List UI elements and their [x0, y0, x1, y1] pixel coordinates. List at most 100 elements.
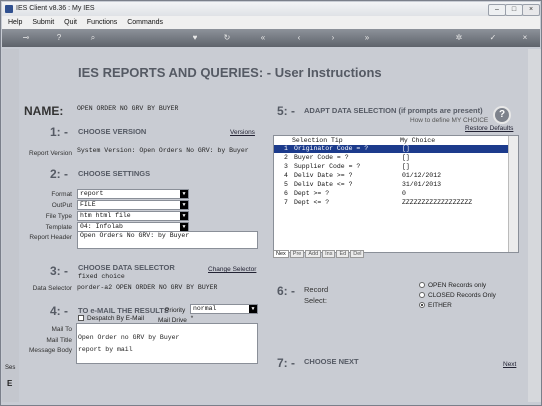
row-number: 7 [284, 199, 288, 206]
tab-delete[interactable]: Del [350, 250, 365, 258]
table-header: Selection Tip My Choice [274, 136, 510, 145]
message-body-label: Message Body [29, 347, 72, 354]
table-row[interactable]: 7 Dept <= ? ZZZZZZZZZZZZZZZZZZ [274, 199, 510, 207]
table-row[interactable]: 1 Originator Code = ? [] [274, 145, 510, 153]
report-header-input[interactable]: Open Orders No GRV: by Buyer [77, 231, 258, 249]
row-choice[interactable]: 01/12/2012 [402, 172, 441, 180]
fast-forward-icon[interactable]: » [362, 33, 372, 43]
how-to-define-link[interactable]: How to define MY CHOICE [410, 117, 488, 124]
key-icon[interactable]: ⊸ [18, 33, 34, 43]
section-3-title: CHOOSE DATA SELECTOR [78, 263, 175, 272]
table-row[interactable]: 3 Supplier Code = ? [] [274, 163, 510, 171]
table-row[interactable]: 2 Buyer Code = ? [] [274, 154, 510, 162]
tab-previous[interactable]: Pre [289, 250, 305, 258]
template-label: Template [45, 224, 72, 231]
menu-commands[interactable]: Commands [127, 19, 163, 26]
section-3-number: 3: - [50, 264, 68, 278]
row-choice[interactable]: [] [402, 163, 410, 171]
record-label: Record [304, 285, 329, 294]
chevron-down-icon[interactable]: ▼ [249, 305, 257, 313]
row-choice[interactable]: [] [402, 154, 410, 162]
restore-defaults-link[interactable]: Restore Defaults [465, 125, 513, 132]
ok-icon[interactable]: ✓ [488, 33, 498, 43]
row-tip: Originator Code = ? [294, 145, 369, 152]
radio-icon[interactable] [419, 292, 425, 299]
forward-icon[interactable]: › [328, 33, 338, 43]
toolbar: ⊸ ? ⌕ ♥ ↻ « ‹ › » ✲ ✓ × [2, 29, 540, 47]
close-button[interactable]: × [522, 4, 540, 16]
format-label: Format [51, 191, 72, 198]
file-type-select[interactable]: htm html file ▼ [77, 211, 189, 221]
table-row[interactable]: 5 Deliv Date <= ? 31/01/2013 [274, 181, 510, 189]
radio-icon[interactable] [419, 282, 425, 289]
minimize-button[interactable]: – [488, 4, 506, 16]
row-choice[interactable]: [] [402, 145, 410, 153]
radio-either-label: EITHER [428, 302, 452, 309]
radio-icon[interactable] [419, 302, 425, 309]
format-value: report [80, 190, 104, 197]
close-icon[interactable]: × [520, 33, 530, 43]
radio-open-label: OPEN Records only [428, 282, 487, 289]
message-body-value: report by mail [78, 346, 133, 353]
gear-icon[interactable]: ✲ [454, 33, 464, 43]
radio-closed-records[interactable]: CLOSED Records Only [419, 292, 496, 299]
radio-either[interactable]: EITHER [419, 302, 452, 309]
section-1-number: 1: - [50, 125, 68, 139]
next-link[interactable]: Next [503, 361, 516, 368]
app-icon [5, 5, 13, 13]
despatch-checkbox[interactable]: Despatch By E-Mail [78, 315, 144, 322]
row-choice[interactable]: ZZZZZZZZZZZZZZZZZZ [402, 199, 472, 207]
menu-quit[interactable]: Quit [64, 19, 77, 26]
tab-edit[interactable]: Ed [336, 250, 350, 258]
table-row[interactable]: 4 Deliv Date >= ? 01/12/2012 [274, 172, 510, 180]
row-choice[interactable]: 0 [402, 190, 406, 198]
row-number: 1 [284, 145, 288, 152]
section-5-number: 5: - [277, 104, 295, 118]
section-4-title: TO e-MAIL THE RESULTS [78, 306, 169, 315]
menu-help[interactable]: Help [8, 19, 22, 26]
change-selector-link[interactable]: Change Selector [208, 266, 256, 273]
col-selection-tip: Selection Tip [292, 137, 343, 144]
row-number: 3 [284, 163, 288, 170]
menu-functions[interactable]: Functions [87, 19, 117, 26]
back-icon[interactable]: ‹ [294, 33, 304, 43]
chevron-down-icon[interactable]: ▼ [180, 201, 188, 209]
tab-add[interactable]: Add [305, 250, 322, 258]
search-icon[interactable]: ⌕ [88, 33, 98, 43]
name-value: OPEN ORDER NO GRV BY BUYER [77, 105, 179, 112]
chevron-down-icon[interactable]: ▼ [180, 223, 188, 231]
despatch-label: Despatch By E-Mail [87, 315, 145, 322]
chevron-down-icon[interactable]: ▼ [180, 190, 188, 198]
left-panel: Ses E [2, 49, 19, 402]
table-scrollbar[interactable] [508, 136, 518, 252]
menu-submit[interactable]: Submit [32, 19, 54, 26]
rewind-icon[interactable]: « [258, 33, 268, 43]
select-label: Select: [304, 296, 327, 305]
page-title: IES REPORTS AND QUERIES: - User Instruct… [78, 65, 382, 80]
row-tip: Dept >= ? [294, 190, 330, 197]
radio-open-records[interactable]: OPEN Records only [419, 282, 486, 289]
checkbox-icon[interactable] [78, 315, 84, 322]
format-select[interactable]: report ▼ [77, 189, 189, 199]
table-row[interactable]: 6 Dept >= ? 0 [274, 190, 510, 198]
chevron-down-icon[interactable]: ▼ [180, 212, 188, 220]
tab-next[interactable]: Nex [273, 250, 289, 258]
versions-link[interactable]: Versions [230, 129, 255, 136]
mail-drive-value: * [190, 315, 194, 322]
output-value: FILE [80, 201, 96, 208]
help-icon[interactable]: ? [54, 33, 64, 43]
heart-icon[interactable]: ♥ [190, 33, 200, 43]
maximize-button[interactable]: □ [505, 4, 523, 16]
row-number: 6 [284, 190, 288, 197]
window-title: IES Client v8.36 : My IES [16, 5, 95, 12]
priority-select[interactable]: normal ▼ [190, 304, 258, 314]
tab-insert[interactable]: Ins [322, 250, 336, 258]
radio-closed-label: CLOSED Records Only [428, 292, 496, 299]
section-4-number: 4: - [50, 304, 68, 318]
help-icon[interactable]: ? [493, 106, 511, 124]
refresh-icon[interactable]: ↻ [222, 33, 232, 43]
section-6-number: 6: - [277, 284, 295, 298]
output-select[interactable]: FILE ▼ [77, 200, 189, 210]
row-choice[interactable]: 31/01/2013 [402, 181, 441, 189]
mail-area[interactable] [76, 323, 258, 364]
